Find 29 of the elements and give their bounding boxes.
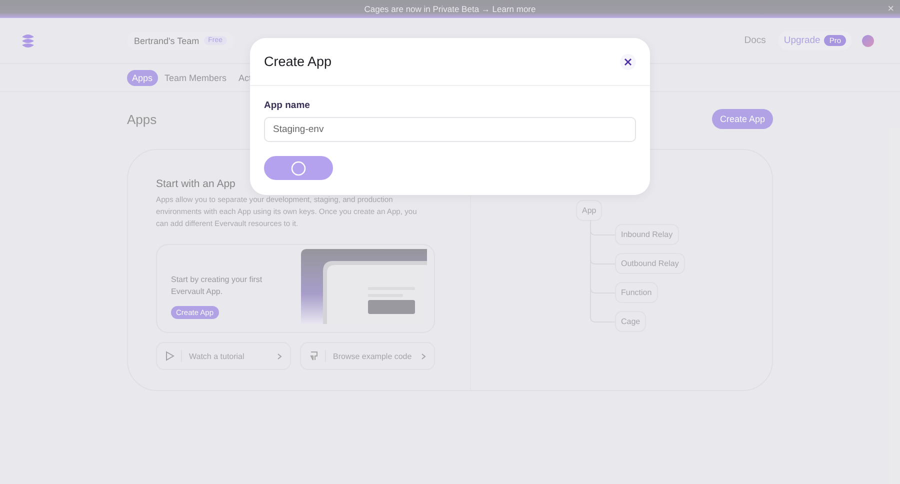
chevron-icon — [277, 352, 282, 360]
submit-button[interactable] — [264, 156, 333, 180]
cta-text: Start by creating your first Evervault App. — [171, 274, 264, 298]
tree-node: Cage — [615, 311, 646, 332]
spinner-icon — [291, 160, 306, 176]
resource-link[interactable]: Watch a tutorial — [156, 342, 291, 370]
page-title: Apps — [127, 112, 157, 126]
card-title: Start with an App — [156, 178, 236, 190]
dialog-title: Create App — [264, 54, 332, 69]
docs-link[interactable]: Docs — [744, 35, 766, 46]
create-app-button[interactable]: Create App — [712, 109, 773, 129]
close-icon — [624, 58, 632, 66]
close-button[interactable]: × — [888, 3, 894, 15]
tree-node: Function — [615, 282, 658, 303]
tree-node: Inbound Relay — [615, 224, 679, 245]
field-label: App name — [264, 100, 310, 111]
avatar[interactable] — [862, 34, 874, 46]
app-name-field[interactable]: Staging-env — [264, 117, 636, 142]
chevron-icon — [421, 352, 426, 360]
resource-link[interactable]: Browse example code — [300, 342, 435, 370]
announcement-link[interactable]: Cages are now in Private Beta → Learn more — [364, 4, 536, 14]
nav-tab[interactable]: Apps — [127, 70, 158, 86]
tree-node: App — [576, 200, 602, 221]
play-icon — [165, 351, 175, 361]
upgrade-label: Upgrade — [784, 35, 820, 46]
close-button[interactable] — [620, 54, 636, 70]
tree-node: Outbound Relay — [615, 253, 685, 274]
team-name: Bertrand's Team — [134, 36, 200, 46]
nav-tab[interactable]: Team Members — [160, 70, 232, 86]
